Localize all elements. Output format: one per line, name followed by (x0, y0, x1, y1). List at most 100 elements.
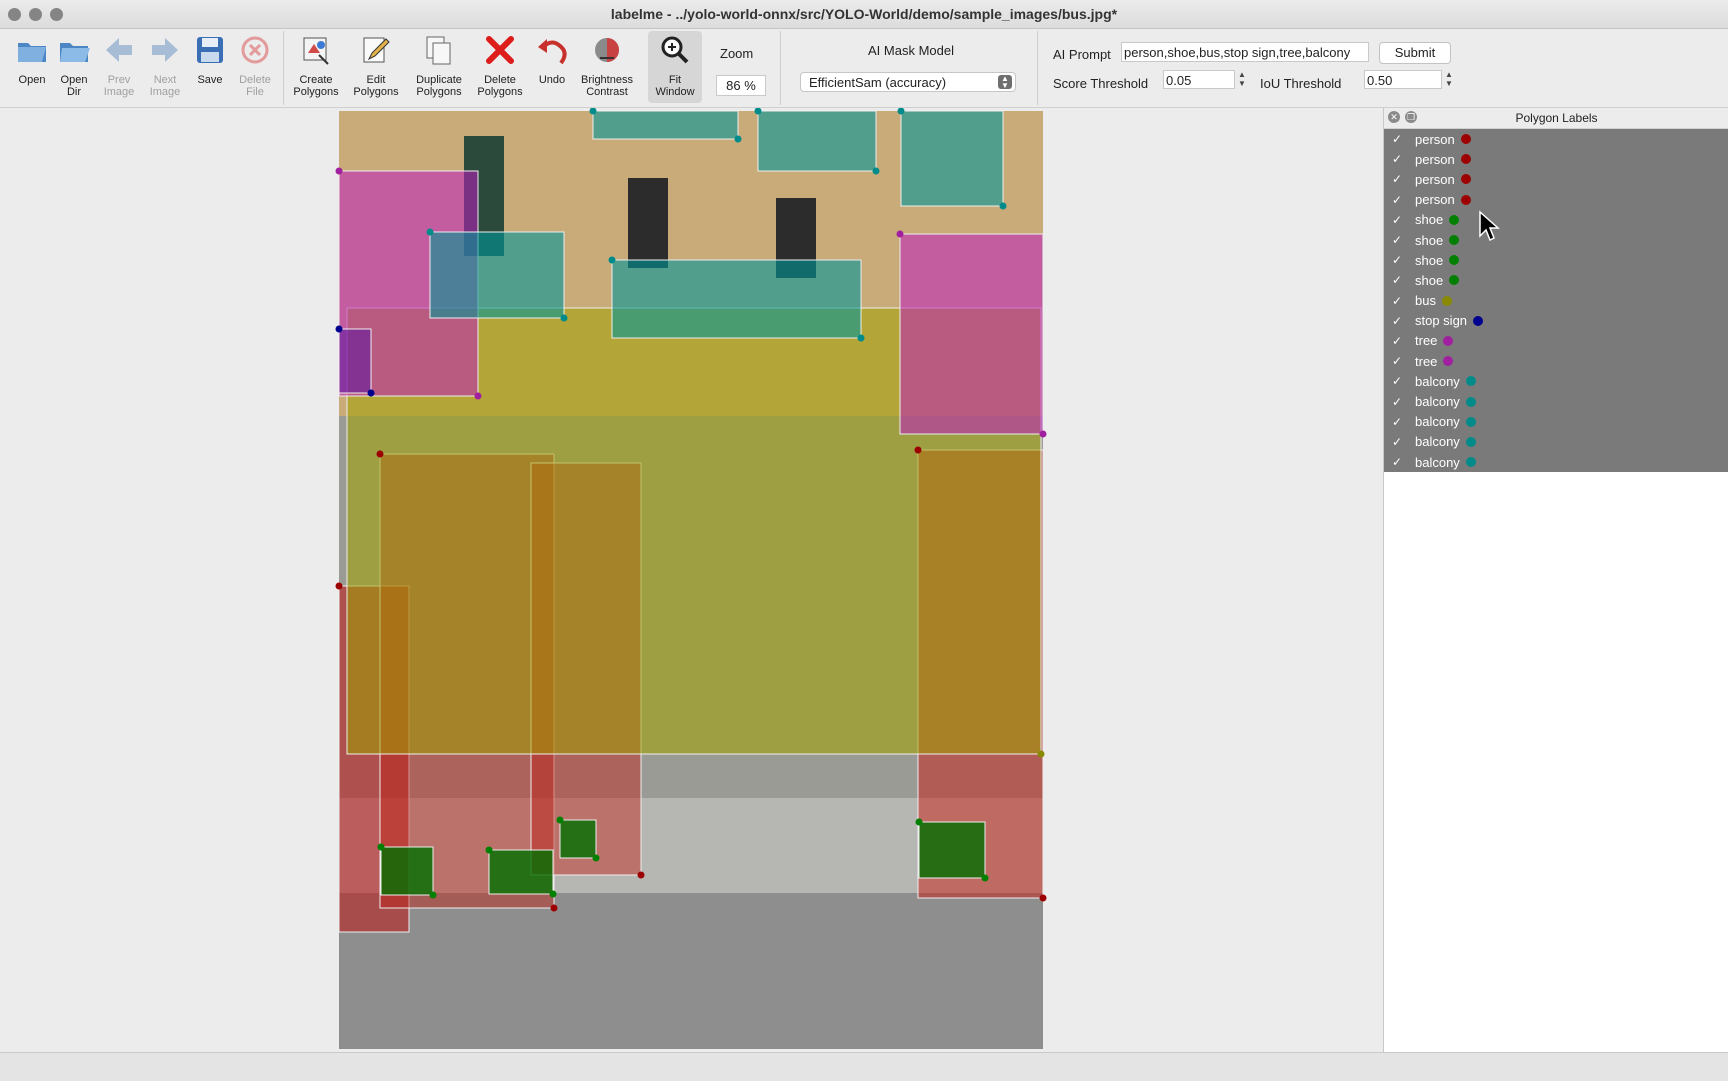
polygon-balcony[interactable] (592, 110, 739, 140)
checkmark-icon[interactable]: ✓ (1392, 273, 1406, 287)
label-color-dot (1465, 416, 1476, 427)
select-arrows-icon: ▲ ▼ (998, 75, 1012, 90)
polygon-label-item[interactable]: ✓ person (1384, 149, 1728, 169)
checkmark-icon[interactable]: ✓ (1392, 213, 1406, 227)
polygon-label-text: balcony (1415, 434, 1460, 450)
checkmark-icon[interactable]: ✓ (1392, 314, 1406, 328)
polygon-label-text: shoe (1415, 232, 1444, 248)
red-x-icon (486, 36, 514, 64)
polygon-label-item[interactable]: ✓ balcony (1384, 432, 1728, 452)
polygon-label-item[interactable]: ✓ shoe (1384, 250, 1728, 270)
iou-threshold-input[interactable]: 0.50 (1364, 70, 1442, 89)
checkmark-icon[interactable]: ✓ (1392, 415, 1406, 429)
zoom-window-button[interactable] (50, 8, 63, 21)
label-color-dot (1449, 275, 1460, 286)
checkmark-icon[interactable]: ✓ (1392, 152, 1406, 166)
polygon-shoe[interactable] (559, 819, 597, 859)
folder-open-icon (60, 43, 90, 62)
score-threshold-stepper[interactable]: ▲ ▼ (1237, 70, 1247, 89)
open-dir-button[interactable]: Open Dir (50, 33, 98, 98)
checkmark-icon[interactable]: ✓ (1392, 132, 1406, 146)
checkmark-icon[interactable]: ✓ (1392, 374, 1406, 388)
status-bar (0, 1052, 1728, 1081)
iou-threshold-stepper[interactable]: ▲ ▼ (1444, 70, 1454, 89)
next-image-button[interactable]: Next Image (141, 33, 189, 98)
save-button[interactable]: Save (186, 33, 234, 86)
polygon-balcony[interactable] (900, 110, 1004, 207)
ai-prompt-input[interactable]: person,shoe,bus,stop sign,tree,balcony (1121, 42, 1369, 62)
polygon-label-item[interactable]: ✓ balcony (1384, 452, 1728, 472)
magnifier-icon (661, 36, 689, 64)
polygon-label-item[interactable]: ✓ balcony (1384, 371, 1728, 391)
polygon-shoe[interactable] (380, 846, 434, 896)
polygon-label-item[interactable]: ✓ tree (1384, 351, 1728, 371)
fit-window-button[interactable]: Fit Window (648, 31, 702, 103)
delete-file-button[interactable]: Delete File (231, 33, 279, 98)
brightness-contrast-button[interactable]: Brightness Contrast (580, 33, 634, 98)
checkmark-icon[interactable]: ✓ (1392, 395, 1406, 409)
floppy-disk-icon (197, 37, 223, 63)
open-button[interactable]: Open (8, 33, 56, 86)
undo-button[interactable]: Undo (528, 33, 576, 86)
score-threshold-label: Score Threshold (1053, 76, 1149, 91)
polygon-label-item[interactable]: ✓ bus (1384, 291, 1728, 311)
zoom-input[interactable]: 86 % (716, 75, 766, 96)
polygon-balcony[interactable] (757, 110, 877, 172)
polygon-tree[interactable] (899, 233, 1044, 435)
polygon-label-item[interactable]: ✓ shoe (1384, 230, 1728, 250)
duplicate-polygons-button[interactable]: Duplicate Polygons (414, 33, 464, 98)
label-color-dot (1441, 295, 1452, 306)
panel-header: ✕ ❐ Polygon Labels (1384, 108, 1728, 129)
polygon-label-text: shoe (1415, 252, 1444, 268)
polygon-label-text: balcony (1415, 414, 1460, 430)
annotation-canvas[interactable] (0, 108, 1382, 1052)
image-canvas[interactable] (0, 108, 1382, 1052)
score-threshold-input[interactable]: 0.05 (1163, 70, 1235, 89)
close-window-button[interactable] (8, 8, 21, 21)
delete-polygons-button[interactable]: Delete Polygons (476, 33, 524, 98)
panel-close-icon[interactable]: ✕ (1388, 111, 1400, 123)
polygon-label-item[interactable]: ✓ tree (1384, 331, 1728, 351)
prev-image-button[interactable]: Prev Image (95, 33, 143, 98)
polygon-label-item[interactable]: ✓ person (1384, 169, 1728, 189)
polygon-label-list: ✓ person ✓ person ✓ person ✓ person ✓ shoe ✓ shoe ✓ s… (1384, 129, 1728, 473)
checkmark-icon[interactable]: ✓ (1392, 253, 1406, 267)
toolbar: Open Open Dir Prev Image Next Image Save… (0, 29, 1728, 108)
checkmark-icon[interactable]: ✓ (1392, 294, 1406, 308)
title-bar: labelme - ../yolo-world-onnx/src/YOLO-Wo… (0, 0, 1728, 29)
polygon-balcony[interactable] (429, 231, 565, 319)
polygon-label-item[interactable]: ✓ person (1384, 190, 1728, 210)
checkmark-icon[interactable]: ✓ (1392, 233, 1406, 247)
polygon-label-item[interactable]: ✓ balcony (1384, 391, 1728, 411)
polygon-label-item[interactable]: ✓ shoe (1384, 210, 1728, 230)
checkmark-icon[interactable]: ✓ (1392, 172, 1406, 186)
label-color-dot (1460, 194, 1471, 205)
polygon-stop-sign[interactable] (338, 328, 372, 394)
checkmark-icon[interactable]: ✓ (1392, 455, 1406, 469)
toolbar-separator (1037, 31, 1038, 105)
label-color-dot (1465, 457, 1476, 468)
polygon-label-text: bus (1415, 293, 1436, 309)
polygon-balcony[interactable] (611, 259, 862, 339)
checkmark-icon[interactable]: ✓ (1392, 435, 1406, 449)
submit-button[interactable]: Submit (1379, 42, 1451, 64)
window-controls (8, 8, 63, 21)
panel-float-icon[interactable]: ❐ (1405, 111, 1417, 123)
polygon-shoe[interactable] (488, 849, 554, 895)
polygon-label-item[interactable]: ✓ shoe (1384, 270, 1728, 290)
label-color-dot (1443, 356, 1454, 367)
ai-mask-model-select[interactable]: EfficientSam (accuracy) ▲ ▼ (800, 72, 1016, 92)
checkmark-icon[interactable]: ✓ (1392, 193, 1406, 207)
minimize-window-button[interactable] (29, 8, 42, 21)
label-color-dot (1465, 396, 1476, 407)
polygon-label-item[interactable]: ✓ person (1384, 129, 1728, 149)
polygon-label-item[interactable]: ✓ balcony (1384, 412, 1728, 432)
checkmark-icon[interactable]: ✓ (1392, 354, 1406, 368)
label-color-dot (1443, 335, 1454, 346)
edit-polygons-button[interactable]: Edit Polygons (352, 33, 400, 98)
panel-title: Polygon Labels (1515, 111, 1598, 125)
checkmark-icon[interactable]: ✓ (1392, 334, 1406, 348)
polygon-label-item[interactable]: ✓ stop sign (1384, 311, 1728, 331)
create-polygons-button[interactable]: Create Polygons (292, 33, 340, 98)
polygon-shoe[interactable] (918, 821, 986, 879)
